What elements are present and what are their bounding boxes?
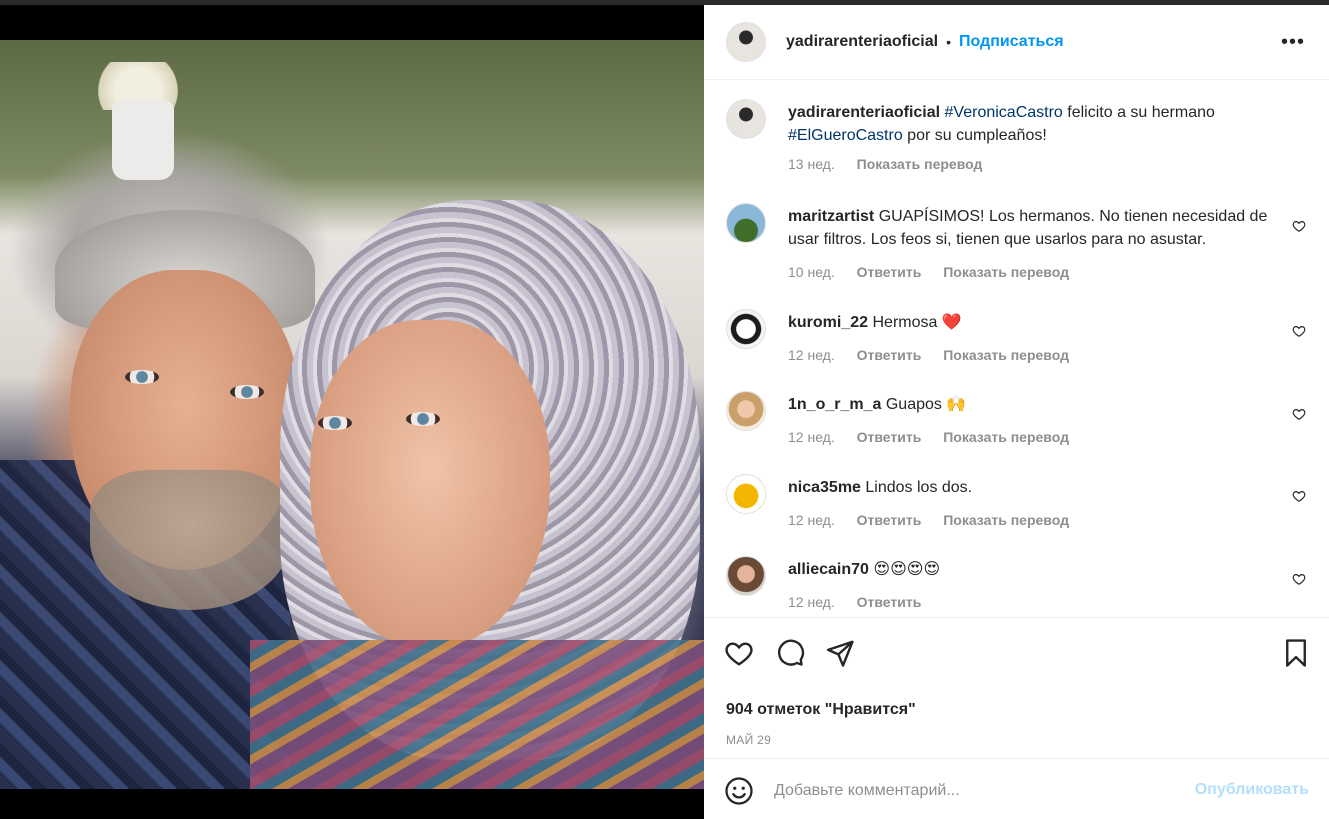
reply-button[interactable]: Ответить [857, 429, 922, 445]
reply-button[interactable]: Ответить [857, 347, 922, 363]
avatar[interactable] [726, 309, 766, 349]
comment-body: 1n_o_r_m_a Guapos 🙌 [788, 393, 1293, 416]
likes-count[interactable]: 904 отметок "Нравится" [726, 701, 916, 719]
comment-time[interactable]: 10 нед. [788, 264, 835, 280]
comment-time[interactable]: 12 нед. [788, 594, 835, 610]
caption-meta: 13 нед. Показать перевод [788, 156, 1000, 172]
avatar[interactable] [726, 99, 766, 139]
post-header: yadirarenteriaoficial • Подписаться ••• [704, 5, 1329, 80]
comment-username[interactable]: 1n_o_r_m_a [788, 396, 881, 413]
comment-text: Hermosa ❤️ [872, 314, 962, 331]
caption-time[interactable]: 13 нед. [788, 156, 835, 172]
reply-button[interactable]: Ответить [857, 512, 922, 528]
eye [230, 385, 264, 399]
caption-username[interactable]: yadirarenteriaoficial [788, 104, 940, 121]
eye [125, 370, 159, 384]
like-comment-icon[interactable] [1292, 489, 1306, 503]
avatar[interactable] [726, 474, 766, 514]
comment-body: alliecain70 😍😍😍😍 [788, 558, 1293, 581]
reply-button[interactable]: Ответить [857, 264, 922, 280]
comment-body: kuromi_22 Hermosa ❤️ [788, 311, 1293, 334]
comment-meta: 10 нед. Ответить Показать перевод [788, 264, 1087, 280]
comment-icon[interactable] [775, 638, 805, 668]
comment-text: Lindos los dos. [865, 479, 973, 496]
hashtag-link[interactable]: #ElGueroCastro [788, 127, 903, 144]
avatar[interactable] [726, 391, 766, 431]
vase [112, 100, 174, 180]
post-photo[interactable] [0, 40, 704, 789]
heart-icon[interactable] [724, 638, 754, 668]
avatar[interactable] [726, 556, 766, 596]
comment-text: 😍😍😍😍 [873, 561, 941, 578]
comment-body: nica35me Lindos los dos. [788, 476, 1293, 499]
emoji-icon[interactable] [724, 776, 754, 806]
comment-input[interactable] [774, 779, 1154, 803]
bookmark-icon[interactable] [1281, 638, 1311, 668]
share-icon[interactable] [825, 638, 855, 668]
add-comment-bar: Опубликовать [704, 758, 1329, 819]
post-panel: yadirarenteriaoficial • Подписаться ••• … [704, 5, 1329, 819]
comment-body: maritzartist GUAPÍSIMOS! Los hermanos. N… [788, 205, 1293, 251]
comment-username[interactable]: nica35me [788, 479, 861, 496]
eye [318, 416, 352, 430]
like-comment-icon[interactable] [1292, 219, 1306, 233]
translate-button[interactable]: Показать перевод [943, 347, 1069, 363]
like-comment-icon[interactable] [1292, 407, 1306, 421]
translate-button[interactable]: Показать перевод [943, 512, 1069, 528]
translate-button[interactable]: Показать перевод [857, 156, 983, 172]
comment-meta: 12 нед. Ответить Показать перевод [788, 429, 1087, 445]
comment-meta: 12 нед. Ответить [788, 594, 939, 610]
header-username[interactable]: yadirarenteriaoficial [786, 33, 938, 51]
comment-time[interactable]: 12 нед. [788, 429, 835, 445]
separator-dot: • [946, 34, 951, 50]
shirt-right [250, 640, 704, 789]
post-comment-button[interactable]: Опубликовать [1195, 781, 1309, 799]
reply-button[interactable]: Ответить [857, 594, 922, 610]
translate-button[interactable]: Показать перевод [943, 264, 1069, 280]
comment-text: Guapos 🙌 [885, 396, 967, 413]
caption-text: yadirarenteriaoficial #VeronicaCastro fe… [788, 101, 1293, 147]
face-right [310, 320, 550, 650]
follow-button[interactable]: Подписаться [959, 33, 1064, 51]
caption-text-part: felicito a su hermano [1062, 104, 1215, 121]
eye [406, 412, 440, 426]
comment-time[interactable]: 12 нед. [788, 347, 835, 363]
post-date[interactable]: МАЙ 29 [726, 733, 771, 747]
post-media [0, 5, 704, 819]
comment-meta: 12 нед. Ответить Показать перевод [788, 512, 1087, 528]
like-comment-icon[interactable] [1292, 572, 1306, 586]
comment-meta: 12 нед. Ответить Показать перевод [788, 347, 1087, 363]
caption-text-part: por su cumpleaños! [902, 127, 1047, 144]
comments-list[interactable]: yadirarenteriaoficial #VeronicaCastro fe… [704, 81, 1329, 616]
comment-username[interactable]: kuromi_22 [788, 314, 868, 331]
like-comment-icon[interactable] [1292, 324, 1306, 338]
avatar[interactable] [726, 203, 766, 243]
comment-username[interactable]: maritzartist [788, 208, 874, 225]
beard [90, 470, 290, 610]
avatar[interactable] [726, 22, 766, 62]
hashtag-link[interactable]: #VeronicaCastro [945, 104, 1063, 121]
comment-time[interactable]: 12 нед. [788, 512, 835, 528]
more-options-icon[interactable]: ••• [1281, 32, 1305, 52]
translate-button[interactable]: Показать перевод [943, 429, 1069, 445]
comment-username[interactable]: alliecain70 [788, 561, 869, 578]
